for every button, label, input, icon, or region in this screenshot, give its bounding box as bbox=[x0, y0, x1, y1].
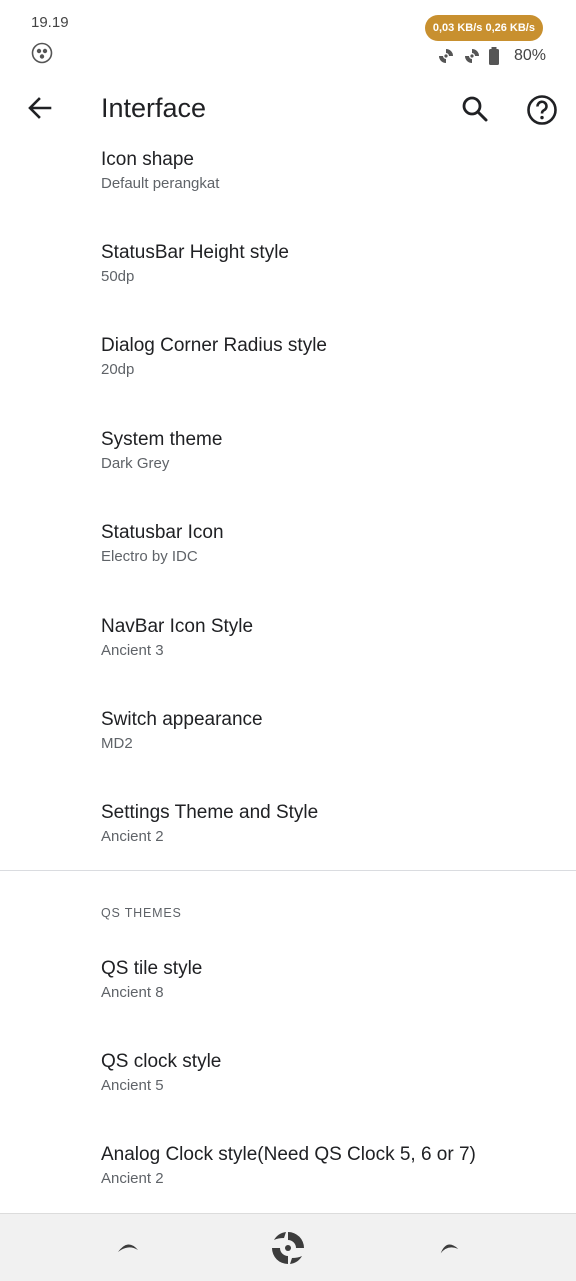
app-notification-icon bbox=[31, 42, 53, 64]
setting-qs-clock-style[interactable]: QS clock style Ancient 5 bbox=[0, 1042, 576, 1135]
nav-back-button[interactable] bbox=[106, 1226, 150, 1270]
setting-title: Settings Theme and Style bbox=[101, 802, 319, 823]
status-bar: 19.19 0,03 KB/s 0,26 KB/s 80% bbox=[0, 0, 576, 80]
search-icon bbox=[462, 96, 488, 122]
signal-4g-icon bbox=[462, 46, 482, 66]
nav-recents-icon bbox=[440, 1244, 459, 1254]
status-icons: 80% bbox=[436, 45, 546, 67]
nav-home-button[interactable] bbox=[266, 1226, 310, 1270]
battery-icon bbox=[488, 46, 508, 66]
setting-title: QS clock style bbox=[101, 1051, 222, 1072]
signal-icon bbox=[436, 46, 456, 66]
setting-qs-tile-style[interactable]: QS tile style Ancient 8 bbox=[0, 949, 576, 1042]
help-circle-icon bbox=[527, 95, 557, 125]
setting-title: QS tile style bbox=[101, 958, 203, 979]
setting-statusbar-icon[interactable]: Statusbar Icon Electro by IDC bbox=[0, 513, 576, 606]
back-button[interactable] bbox=[22, 90, 58, 126]
nav-back-icon bbox=[118, 1244, 138, 1252]
setting-icon-shape[interactable]: Icon shape Default perangkat bbox=[0, 140, 576, 233]
setting-statusbar-height[interactable]: StatusBar Height style 50dp bbox=[0, 233, 576, 326]
battery-percent: 80% bbox=[513, 47, 546, 64]
setting-title: Switch appearance bbox=[101, 709, 263, 730]
setting-value: Electro by IDC bbox=[101, 548, 198, 565]
setting-system-theme[interactable]: System theme Dark Grey bbox=[0, 420, 576, 513]
section-header-qs-themes: QS THEMES bbox=[101, 906, 182, 920]
setting-value: Dark Grey bbox=[101, 455, 170, 472]
setting-value: 20dp bbox=[101, 361, 135, 378]
search-button[interactable] bbox=[458, 92, 492, 126]
arrow-left-icon bbox=[28, 97, 52, 119]
setting-title: NavBar Icon Style bbox=[101, 616, 254, 637]
navigation-bar bbox=[0, 1213, 576, 1281]
setting-title: StatusBar Height style bbox=[101, 242, 289, 263]
help-button[interactable] bbox=[524, 92, 560, 128]
setting-navbar-icon-style[interactable]: NavBar Icon Style Ancient 3 bbox=[0, 607, 576, 700]
setting-value: MD2 bbox=[101, 735, 133, 752]
setting-switch-appearance[interactable]: Switch appearance MD2 bbox=[0, 700, 576, 793]
setting-title: Statusbar Icon bbox=[101, 522, 224, 543]
setting-value: Ancient 2 bbox=[101, 1170, 164, 1187]
setting-value: Ancient 2 bbox=[101, 828, 164, 845]
setting-value: Default perangkat bbox=[101, 175, 220, 192]
setting-dialog-corner-radius[interactable]: Dialog Corner Radius style 20dp bbox=[0, 326, 576, 419]
status-time: 19.19 bbox=[31, 14, 69, 31]
setting-value: Ancient 5 bbox=[101, 1077, 164, 1094]
setting-value: 50dp bbox=[101, 268, 135, 285]
section-divider bbox=[0, 870, 576, 871]
nav-recents-button[interactable] bbox=[428, 1226, 472, 1270]
setting-title: Dialog Corner Radius style bbox=[101, 335, 327, 356]
page-title: Interface bbox=[101, 93, 207, 123]
app-bar: Interface bbox=[0, 80, 576, 140]
network-speed-badge: 0,03 KB/s 0,26 KB/s bbox=[424, 15, 543, 41]
nav-home-icon bbox=[272, 1232, 304, 1264]
setting-title: System theme bbox=[101, 429, 223, 450]
setting-title: Icon shape bbox=[101, 149, 194, 170]
setting-value: Ancient 8 bbox=[101, 984, 164, 1001]
setting-title: Analog Clock style(Need QS Clock 5, 6 or… bbox=[101, 1144, 476, 1165]
setting-value: Ancient 3 bbox=[101, 642, 164, 659]
setting-theme-and-style[interactable]: Settings Theme and Style Ancient 2 bbox=[0, 793, 576, 886]
